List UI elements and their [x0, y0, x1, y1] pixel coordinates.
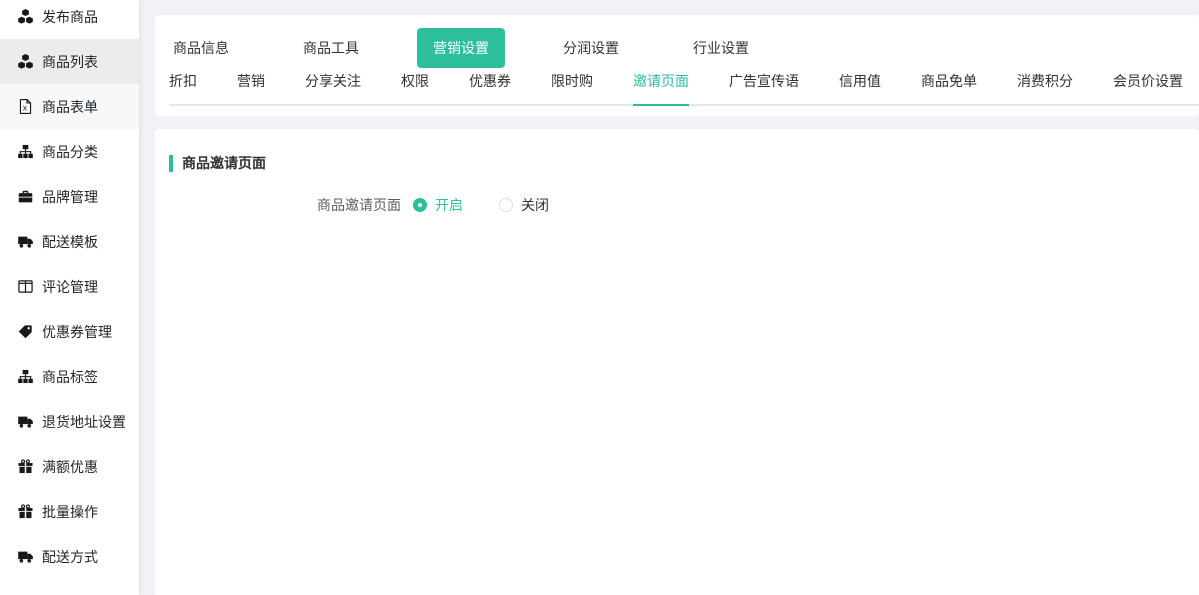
tab-industry-settings[interactable]: 行业设置	[677, 28, 765, 68]
tabs-card: 商品信息 商品工具 营销设置 分润设置 行业设置 折扣 营销 分享关注 权限 优…	[155, 15, 1199, 116]
file-x-icon: x	[17, 99, 33, 115]
cubes-icon	[17, 9, 33, 25]
sidebar-item-full-amount-discount[interactable]: 满额优惠	[0, 444, 139, 489]
sidebar-item-label: 商品标签	[42, 367, 98, 387]
tab-product-tools[interactable]: 商品工具	[287, 28, 375, 68]
sidebar-menu: 发布商品 商品列表 x 商品表单 商品分类 品牌管理	[0, 0, 139, 579]
sidebar-item-label: 商品表单	[42, 97, 98, 117]
subtab-share-follow[interactable]: 分享关注	[305, 71, 361, 104]
primary-tabs: 商品信息 商品工具 营销设置 分润设置 行业设置	[157, 28, 1199, 68]
sidebar-item-label: 商品列表	[42, 52, 98, 72]
section-title: 商品邀请页面	[182, 153, 266, 173]
subtab-flash-sale[interactable]: 限时购	[551, 71, 593, 104]
tag-icon	[17, 324, 33, 340]
truck-icon	[17, 414, 33, 430]
truck-icon	[17, 234, 33, 250]
sidebar-item-label: 品牌管理	[42, 187, 98, 207]
subtab-invite-page[interactable]: 邀请页面	[633, 71, 689, 104]
radio-enable[interactable]: 开启	[413, 195, 463, 215]
main-area: 商品信息 商品工具 营销设置 分润设置 行业设置 折扣 营销 分享关注 权限 优…	[155, 0, 1199, 595]
svg-text:x: x	[22, 104, 26, 113]
radio-disable[interactable]: 关闭	[499, 195, 549, 215]
sidebar-item-label: 配送方式	[42, 547, 98, 567]
subtab-product-free-order[interactable]: 商品免单	[921, 71, 977, 104]
tab-marketing-settings[interactable]: 营销设置	[417, 28, 505, 68]
tab-profit-sharing-settings[interactable]: 分润设置	[547, 28, 635, 68]
sidebar-item-label: 退货地址设置	[42, 412, 126, 432]
briefcase-icon	[17, 189, 33, 205]
subtab-member-price-settings[interactable]: 会员价设置	[1113, 71, 1183, 104]
columns-icon	[17, 279, 33, 295]
gift-icon	[17, 459, 33, 475]
invite-page-form-row: 商品邀请页面 开启 关闭	[155, 195, 1199, 215]
cubes-icon	[17, 54, 33, 70]
secondary-tabs: 折扣 营销 分享关注 权限 优惠券 限时购 邀请页面 广告宣传语 信用值 商品免…	[169, 70, 1199, 106]
subtab-coupon[interactable]: 优惠券	[469, 71, 511, 104]
sidebar-item-comment-management[interactable]: 评论管理	[0, 264, 139, 309]
sidebar-item-label: 批量操作	[42, 502, 98, 522]
sitemap-icon	[17, 144, 33, 160]
sidebar-item-brand-management[interactable]: 品牌管理	[0, 174, 139, 219]
sidebar-item-batch-operation[interactable]: 批量操作	[0, 489, 139, 534]
radio-disable-label: 关闭	[521, 195, 549, 215]
radio-enable-label: 开启	[435, 195, 463, 215]
subtab-ad-slogan[interactable]: 广告宣传语	[729, 71, 799, 104]
sidebar-item-delivery-method[interactable]: 配送方式	[0, 534, 139, 579]
sidebar-item-return-address-settings[interactable]: 退货地址设置	[0, 399, 139, 444]
gift-icon	[17, 504, 33, 520]
subtab-marketing[interactable]: 营销	[237, 71, 265, 104]
sidebar-item-delivery-template[interactable]: 配送模板	[0, 219, 139, 264]
sitemap-icon	[17, 369, 33, 385]
radio-disable-dot[interactable]	[499, 198, 513, 212]
sidebar-item-label: 发布商品	[42, 7, 98, 27]
sidebar-item-product-list[interactable]: 商品列表	[0, 39, 139, 84]
truck-icon	[17, 549, 33, 565]
section-accent-bar	[169, 155, 173, 172]
subtab-credit-value[interactable]: 信用值	[839, 71, 881, 104]
radio-enable-dot[interactable]	[413, 198, 427, 212]
tab-product-info[interactable]: 商品信息	[157, 28, 245, 68]
sidebar-item-coupon-management[interactable]: 优惠券管理	[0, 309, 139, 354]
section-header: 商品邀请页面	[169, 153, 1199, 173]
sidebar-item-product-form[interactable]: x 商品表单	[0, 84, 139, 129]
invite-page-form-label: 商品邀请页面	[155, 195, 413, 215]
subtab-discount[interactable]: 折扣	[169, 71, 197, 104]
sidebar-item-label: 评论管理	[42, 277, 98, 297]
sidebar: 发布商品 商品列表 x 商品表单 商品分类 品牌管理	[0, 0, 139, 595]
sidebar-item-product-category[interactable]: 商品分类	[0, 129, 139, 174]
sidebar-item-publish-product[interactable]: 发布商品	[0, 0, 139, 39]
content-card: 商品邀请页面 商品邀请页面 开启 关闭	[155, 129, 1199, 595]
sidebar-item-label: 满额优惠	[42, 457, 98, 477]
sidebar-item-label: 配送模板	[42, 232, 98, 252]
invite-page-radio-group: 开启 关闭	[413, 195, 549, 215]
sidebar-item-product-tags[interactable]: 商品标签	[0, 354, 139, 399]
sidebar-item-label: 商品分类	[42, 142, 98, 162]
sidebar-item-label: 优惠券管理	[42, 322, 112, 342]
subtab-consumption-points[interactable]: 消费积分	[1017, 71, 1073, 104]
subtab-permissions[interactable]: 权限	[401, 71, 429, 104]
